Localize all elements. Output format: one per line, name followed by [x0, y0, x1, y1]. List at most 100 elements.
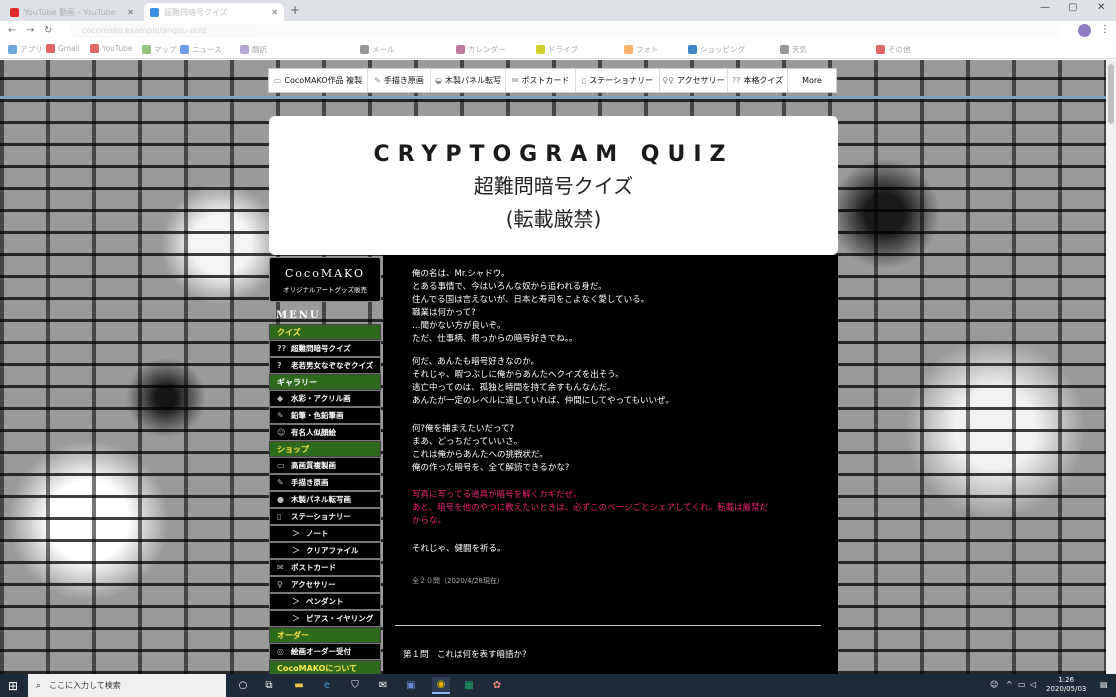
- sidebar-section-about[interactable]: CocoMAKOについて: [269, 660, 381, 674]
- sidebar-item-portrait[interactable]: ☺ 有名人似顔絵: [269, 424, 381, 441]
- bookmark-icon: [90, 44, 99, 53]
- question-count: 全２０問（2020/4/28現在）: [412, 577, 504, 585]
- url-input[interactable]: cocomako.example/angou-quiz: [70, 24, 1060, 38]
- system-clock[interactable]: 1:26 2020/05/03: [1046, 676, 1086, 694]
- bookmark-item[interactable]: 天気: [780, 44, 807, 55]
- bookmark-icon: [536, 45, 545, 54]
- sidebar-item-cryptogram-quiz[interactable]: ?? 超難問暗号クイズ: [269, 340, 381, 357]
- browser-menu-icon[interactable]: ⋮: [1100, 24, 1110, 35]
- maximize-icon[interactable]: ▢: [1068, 2, 1077, 13]
- bookmark-item[interactable]: ドライブ: [536, 44, 578, 55]
- sidebar-item-wood-panel[interactable]: ● 木製パネル転写画: [269, 491, 381, 508]
- site-favicon-icon: [150, 7, 159, 17]
- sidebar-item-pendant[interactable]: ＞ペンダント: [269, 593, 381, 610]
- clock-time: 1:26: [1058, 676, 1075, 684]
- bookmark-item[interactable]: アプリ: [8, 44, 43, 55]
- nav-item-quiz[interactable]: ?? 本格クイズ: [728, 69, 788, 92]
- taskbar-search[interactable]: ⌕ ここに入力して検索: [28, 674, 226, 697]
- browser-tab-quiz[interactable]: 超難問暗号クイズ ✕: [144, 3, 284, 21]
- bookmark-item[interactable]: YouTube: [90, 44, 133, 53]
- chevron-right-icon: ＞: [292, 529, 300, 538]
- sidebar-item-painting-order[interactable]: ◎ 絵画オーダー受付: [269, 643, 381, 660]
- notebook-icon: ▯: [581, 76, 587, 85]
- sidebar-item-postcard[interactable]: ✉ ポストカード: [269, 559, 381, 576]
- bookmark-icon: [142, 45, 151, 54]
- back-icon[interactable]: ←: [8, 25, 16, 36]
- task-view-icon[interactable]: ⧉: [260, 677, 278, 694]
- logo-tagline: オリジナルアートグッズ販売: [282, 286, 368, 294]
- tray-expand-icon[interactable]: ^: [1006, 680, 1013, 689]
- nav-item-wood-panel[interactable]: ◒ 木製パネル転写: [431, 69, 506, 92]
- browser-tab-youtube[interactable]: YouTube 動画 - YouTube ✕: [4, 3, 140, 21]
- logo-name: CocoMAKO: [285, 267, 365, 280]
- sidebar-item-earrings[interactable]: ＞ピアス・イヤリング: [269, 610, 381, 627]
- volume-icon[interactable]: ◁: [1030, 680, 1036, 689]
- postcard-icon: ✉: [511, 76, 519, 85]
- sidebar-item-original-drawing[interactable]: ✎ 手描き原画: [269, 474, 381, 491]
- nav-item-postcard[interactable]: ✉ ポストカード: [506, 69, 576, 92]
- sidebar-item-notebook[interactable]: ＞ノート: [269, 525, 381, 542]
- edge-icon[interactable]: e: [318, 677, 336, 694]
- minimize-icon[interactable]: —: [1040, 2, 1050, 13]
- mail-icon[interactable]: ✉: [374, 677, 392, 694]
- sidebar-section-gallery[interactable]: ギャラリー: [269, 374, 381, 390]
- site-logo[interactable]: CocoMAKO オリジナルアートグッズ販売: [269, 257, 381, 302]
- pencil-icon: ✎: [277, 411, 284, 420]
- question-icon: ??: [731, 76, 741, 85]
- close-tab-icon[interactable]: ✕: [271, 8, 278, 17]
- scrollbar[interactable]: [1106, 60, 1116, 674]
- scrollbar-thumb[interactable]: [1108, 64, 1114, 124]
- teams-icon[interactable]: ▣: [402, 677, 420, 694]
- forward-icon[interactable]: →: [26, 25, 34, 36]
- top-navigation: ▭ CocoMAKO作品 複製 ✎ 手描き原画 ◒ 木製パネル転写 ✉ ポストカード ▯…: [268, 68, 837, 93]
- file-explorer-icon[interactable]: ▬: [290, 677, 308, 694]
- sidebar-item-stationery[interactable]: ▯ ステーショナリー: [269, 508, 381, 525]
- notification-icon[interactable]: ▤: [1100, 680, 1108, 689]
- sidebar-section-quiz[interactable]: クイズ: [269, 324, 381, 340]
- tab-label: YouTube 動画 - YouTube: [24, 7, 116, 17]
- nav-item-reproduction[interactable]: ▭ CocoMAKO作品 複製: [269, 69, 368, 92]
- bookmark-item[interactable]: ショッピング: [688, 44, 745, 55]
- paint-icon[interactable]: ✿: [488, 677, 506, 694]
- question-icon: ??: [277, 344, 287, 353]
- main-content: 俺の名は、Mr.シャドウ。 とある事情で、今はいろんな奴から追われる身だ。 住ん…: [383, 255, 838, 674]
- bookmark-item[interactable]: その他: [876, 44, 911, 55]
- close-tab-icon[interactable]: ✕: [127, 8, 134, 17]
- frame-icon: ▭: [277, 461, 285, 470]
- sidebar-item-accessory[interactable]: ♀ アクセサリー: [269, 576, 381, 593]
- store-icon[interactable]: ⛉: [346, 677, 364, 694]
- bookmark-item[interactable]: メール: [360, 44, 395, 55]
- nav-item-original-drawing[interactable]: ✎ 手描き原画: [368, 69, 431, 92]
- address-bar: ← → ↻ cocomako.example/angou-quiz ⋮: [0, 21, 1116, 40]
- bookmark-item[interactable]: カレンダー: [456, 44, 506, 55]
- sidebar-item-clear-file[interactable]: ＞クリアファイル: [269, 542, 381, 559]
- chrome-icon[interactable]: ◉: [432, 677, 450, 694]
- sidebar-item-pencil[interactable]: ✎ 鉛筆・色鉛筆画: [269, 407, 381, 424]
- sidebar-section-order[interactable]: オーダー: [269, 627, 381, 643]
- bookmark-icon: [876, 45, 885, 54]
- reload-icon[interactable]: ↻: [44, 25, 52, 36]
- people-tray-icon[interactable]: ☺: [990, 680, 998, 689]
- windows-start-icon[interactable]: ⊞: [8, 679, 18, 693]
- search-icon: ⌕: [36, 680, 42, 691]
- bookmark-item[interactable]: マップ: [142, 44, 177, 55]
- network-icon[interactable]: ▭: [1018, 680, 1026, 689]
- new-tab-icon[interactable]: +: [290, 3, 300, 17]
- nav-item-stationery[interactable]: ▯ ステーショナリー: [576, 69, 660, 92]
- cortana-icon[interactable]: ○: [234, 677, 252, 694]
- nav-item-accessory[interactable]: ♀♀ アクセサリー: [660, 69, 728, 92]
- bookmark-item[interactable]: ニュース: [180, 44, 222, 55]
- bookmark-item[interactable]: Gmail: [46, 44, 80, 53]
- challenge-paragraph: 何だ、あんたも暗号好きなのか。 それじゃ、暇つぶしに俺からあんたへクイズを出そう…: [412, 357, 674, 406]
- question-1-title: 第１問 これは何を表す暗語か?: [403, 650, 527, 660]
- profile-avatar[interactable]: [1078, 24, 1091, 37]
- window-close-icon[interactable]: ✕: [1097, 2, 1105, 13]
- sidebar-item-riddle-quiz[interactable]: ? 老若男女なぞなぞクイズ: [269, 357, 381, 374]
- bookmark-item[interactable]: フォト: [624, 44, 659, 55]
- bookmark-item[interactable]: 翻訳: [240, 44, 267, 55]
- excel-icon[interactable]: ▦: [460, 677, 478, 694]
- nav-item-more[interactable]: More: [788, 69, 836, 92]
- sidebar-item-watercolor[interactable]: ◆ 水彩・アクリル画: [269, 390, 381, 407]
- sidebar-item-hq-reproduction[interactable]: ▭ 高画質複製画: [269, 457, 381, 474]
- sidebar-section-shop[interactable]: ショップ: [269, 441, 381, 457]
